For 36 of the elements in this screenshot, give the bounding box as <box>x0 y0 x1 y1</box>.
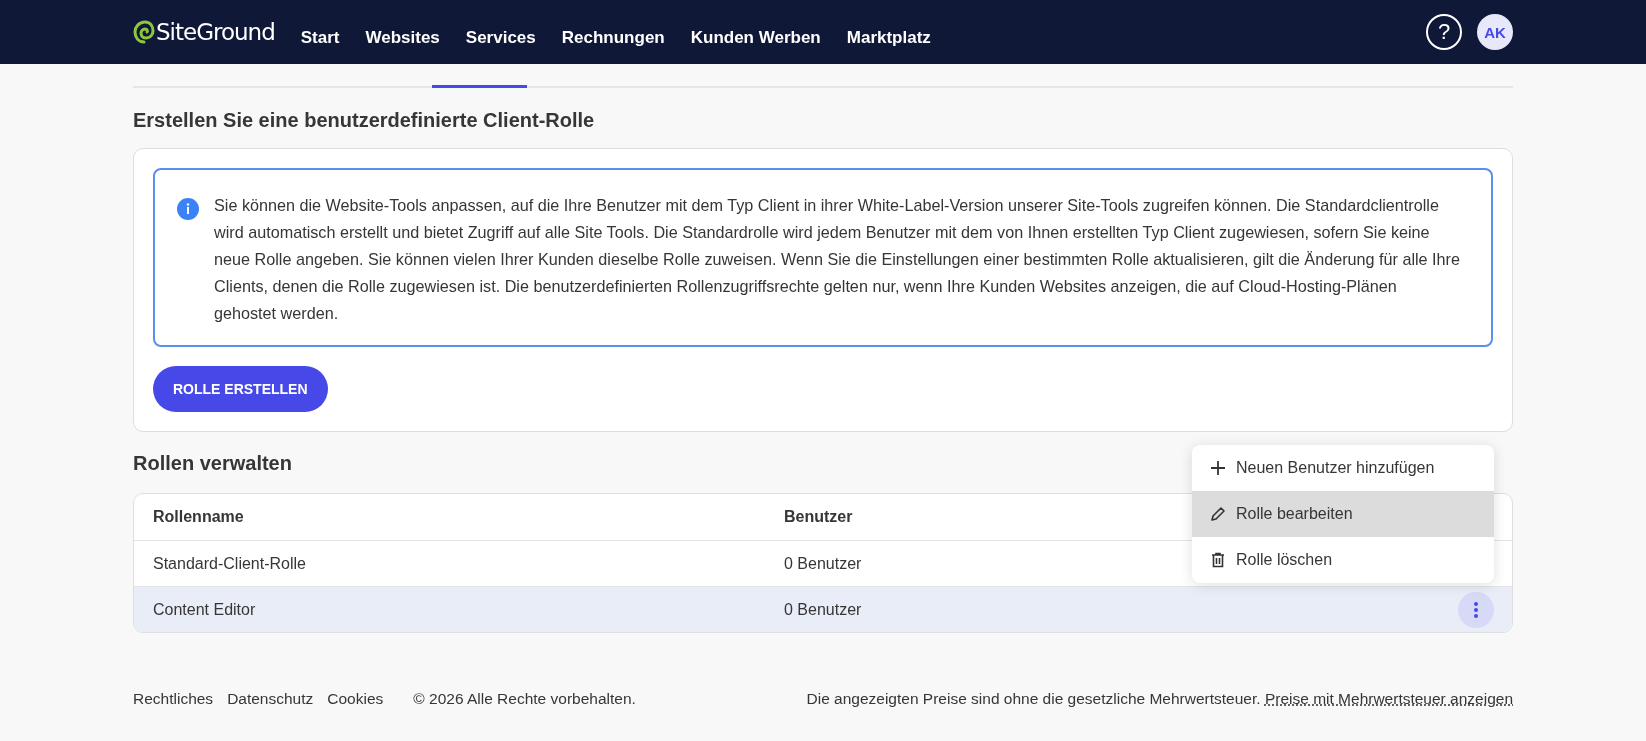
section-title: Rollen verwalten <box>133 452 292 475</box>
table-row[interactable]: Content Editor 0 Benutzer <box>134 586 1512 632</box>
info-text: Sie können die Website-Tools anpassen, auf die Ihre Benutzer mit dem Typ Client in ihrer White-Label-Version unserer Site-Tools zugreifen können. Die Standardclientrolle wird automatisch erstellt und bietet Zugriff auf alle Site Tools. Die Standardrolle wird jedem Benutzer mit dem von Ihnen erstellten Typ Client zugewiesen, sofern Sie keine neue Rolle angeben. Sie können vielen Ihrer Kunden dieselbe Rolle zuweisen. Wenn Sie die Einstellungen einer bestimmten Rolle aktualisieren, gilt die Änderung für alle Ihre Clients, denen die Rolle zugewiesen ist. Die benutzerdefinierten Rollenzugriffsrechte gelten nur, wenn Ihre Kunden Websites anzeigen, die auf Cloud-Hosting-Plänen gehostet werden. <box>214 195 1461 324</box>
section-title: Erstellen Sie eine benutzerdefinierte Client-Rolle <box>133 109 595 132</box>
vat-note: Die angezeigten Preise sind ohne die gesetzliche Mehrwertsteuer. <box>806 690 1261 707</box>
footer-link[interactable]: Datenschutz <box>227 690 314 708</box>
logo-text[interactable]: SiteGround <box>156 19 275 45</box>
info-icon <box>177 198 199 220</box>
table-cell: Standard-Client-Rolle <box>153 554 306 572</box>
menu-item[interactable]: Neuen Benutzer hinzufügen <box>1192 445 1494 491</box>
footer-link[interactable]: Rechtliches <box>133 690 214 708</box>
copyright-text: © 2026 Alle Rechte vorbehalten. <box>413 690 636 708</box>
table-cell: 0 Benutzer <box>784 554 862 572</box>
more-options-button[interactable] <box>1458 591 1494 628</box>
column-header: Benutzer <box>784 508 853 525</box>
nav-link[interactable]: Websites <box>355 28 450 48</box>
plus-icon <box>1210 460 1226 476</box>
nav-link[interactable]: Services <box>455 28 546 48</box>
vat-link[interactable]: Preise mit Mehrwertsteuer anzeigen <box>1264 690 1513 707</box>
pencil-icon <box>1210 506 1226 522</box>
footer-link[interactable]: Cookies <box>327 690 384 708</box>
table-cell: 0 Benutzer <box>784 600 862 618</box>
table-cell: Content Editor <box>153 600 256 618</box>
column-header: Rollenname <box>153 508 244 525</box>
menu-item[interactable]: Rolle bearbeiten <box>1192 491 1494 537</box>
spiral-logo-icon <box>133 20 155 44</box>
nav-link[interactable]: Kunden Werben <box>680 28 831 48</box>
avatar[interactable]: AK <box>1477 14 1513 50</box>
nav-link[interactable]: Start <box>290 28 350 48</box>
help-button[interactable]: ? <box>1426 14 1462 50</box>
nav-link[interactable]: Rechnungen <box>551 28 675 48</box>
dots-icon <box>1474 601 1478 618</box>
trash-icon <box>1210 552 1226 568</box>
menu-item[interactable]: Rolle löschen <box>1192 537 1494 583</box>
create-role-button[interactable]: ROLLE ERSTELLEN <box>153 366 328 412</box>
nav-link[interactable]: Marktplatz <box>836 28 941 48</box>
